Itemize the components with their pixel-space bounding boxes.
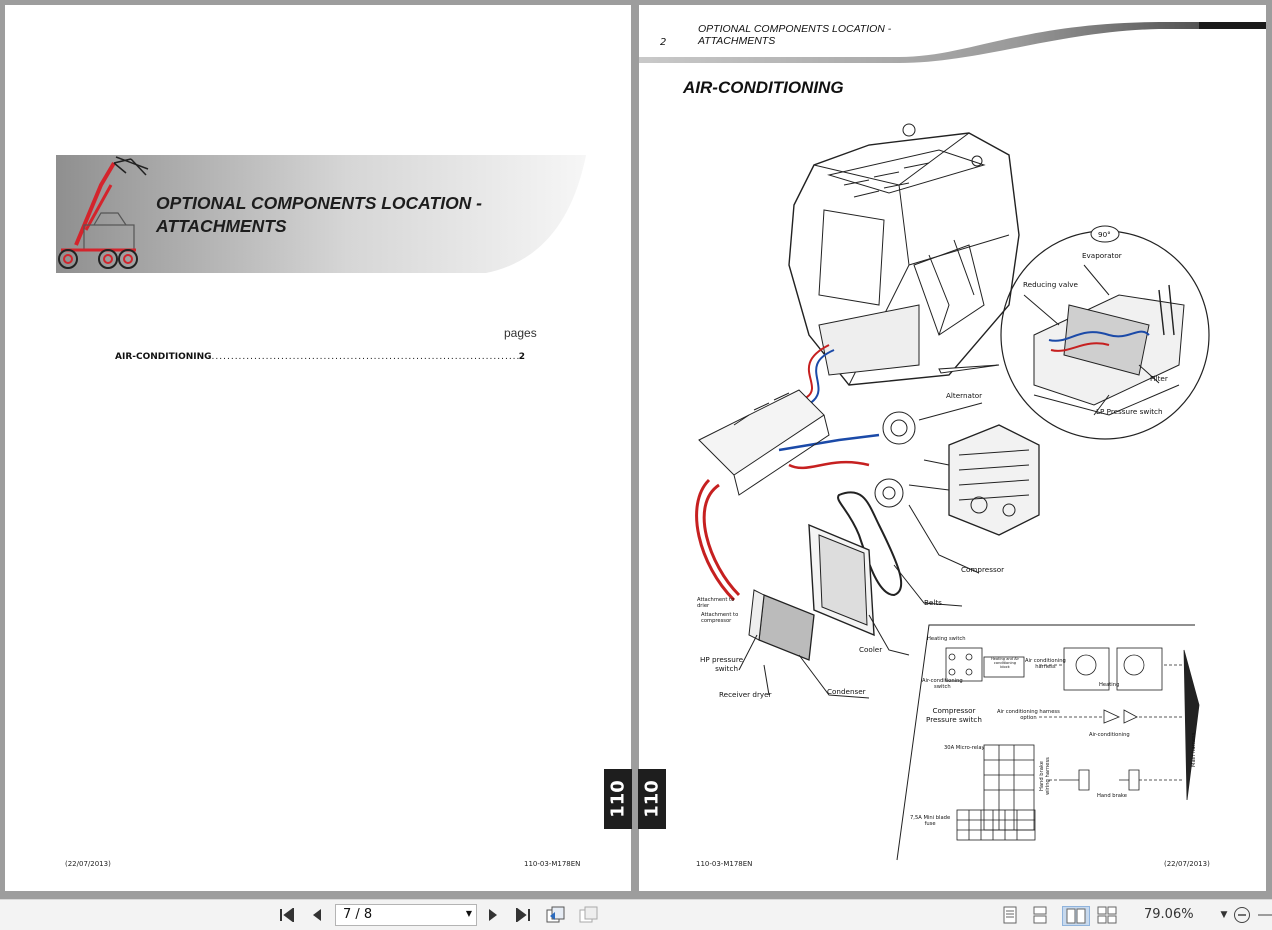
previous-view-button[interactable] <box>545 906 565 924</box>
chapter-title-line1: OPTIONAL COMPONENTS LOCATION - <box>156 193 483 213</box>
zoom-dropdown-icon[interactable]: ▼ <box>1214 906 1234 924</box>
pages-label: pages <box>504 326 537 340</box>
page-indicator: 7 / 8 <box>343 907 373 922</box>
viewer-toolbar: 7 / 8 ▼ 79.06% ▼ <box>0 899 1272 930</box>
ac-harness-option-label: Air conditioning harness option <box>997 709 1060 721</box>
attachment-drier-label: Attachment to drier <box>697 597 735 609</box>
ac-switch-label: Air-conditioning switch <box>922 678 963 690</box>
single-page-view-button[interactable] <box>1000 906 1020 924</box>
zoom-out-icon <box>1234 907 1250 923</box>
hand-brake-label: Hand brake <box>1097 793 1127 799</box>
next-page-button[interactable] <box>483 906 503 924</box>
next-view-button[interactable] <box>578 906 598 924</box>
first-page-icon <box>280 908 294 922</box>
cooler-label: Cooler <box>859 645 883 654</box>
main-harness-label: Main harness <box>1191 732 1197 767</box>
previous-page-icon <box>313 909 321 921</box>
page-right: 2 OPTIONAL COMPONENTS LOCATION - ATTACHM… <box>638 5 1266 891</box>
zoom-level[interactable]: 79.06% <box>1144 907 1194 922</box>
footer-code-right: 110-03-M178EN <box>696 860 753 868</box>
heating-switch-label: Heating switch <box>927 636 966 642</box>
evaporator-callout <box>938 230 1210 440</box>
page-number-select[interactable]: 7 / 8 ▼ <box>335 904 477 926</box>
toc-entry-title: AIR-CONDITIONING <box>115 352 212 362</box>
facing-view-button[interactable] <box>1062 906 1090 926</box>
footer-date-left: (22/07/2013) <box>65 860 111 868</box>
heater-box <box>698 389 830 496</box>
condenser-label: Condenser <box>827 687 866 696</box>
reducing-valve-label: Reducing valve <box>1023 280 1078 289</box>
continuous-facing-icon <box>1097 906 1117 924</box>
toc-entry[interactable]: AIR-CONDITIONING .......................… <box>115 352 525 362</box>
continuous-facing-view-button[interactable] <box>1097 906 1117 924</box>
air-conditioning-label: Air-conditioning <box>1089 732 1130 738</box>
section-tab-right: 110 <box>638 769 666 829</box>
mini-blade-fuse-label: 7,5A Mini blade fuse <box>910 815 951 827</box>
filter-label: Filter <box>1150 374 1168 383</box>
previous-view-icon <box>546 906 565 923</box>
chapter-title: OPTIONAL COMPONENTS LOCATION - ATTACHMEN… <box>156 192 482 238</box>
compressor-pressure-switch-label: Compressor Pressure switch <box>926 706 982 724</box>
footer-code-left: 110-03-M178EN <box>524 860 581 868</box>
first-page-button[interactable] <box>277 906 297 924</box>
zoom-slider-track <box>1258 914 1272 916</box>
cab-drawing <box>788 123 1020 386</box>
micro-relay-label: 30A Micro-relay <box>944 745 985 751</box>
single-page-icon <box>1003 906 1017 924</box>
next-page-icon <box>489 909 497 921</box>
ac-system-diagram <box>695 123 1210 861</box>
condenser-drawing <box>748 589 815 661</box>
next-view-icon <box>579 906 598 923</box>
heating-block-label: Heating and Air conditioning block <box>990 657 1020 669</box>
last-page-icon <box>516 908 530 922</box>
angle-label: 90° <box>1098 230 1111 239</box>
document-viewport[interactable]: OPTIONAL COMPONENTS LOCATION - ATTACHMEN… <box>0 0 1272 899</box>
hand-brake-wiring-label: Hand brake wiring harness <box>1039 757 1051 795</box>
footer-date-right: (22/07/2013) <box>1164 860 1210 868</box>
heating-label: Heating <box>1099 682 1120 688</box>
wiring-schematic <box>945 647 1200 841</box>
cooler-drawing <box>808 523 875 637</box>
engine-drawing <box>874 411 1040 536</box>
facing-pages-icon <box>1066 908 1086 924</box>
continuous-view-button[interactable] <box>1030 906 1050 924</box>
compressor-label: Compressor <box>961 565 1005 574</box>
hp-pressure-switch-label: HP pressure switch <box>700 655 744 673</box>
chapter-title-line2: ATTACHMENTS <box>156 216 287 236</box>
attachment-compressor-label: Attachment to compressor <box>701 612 739 624</box>
page-left: OPTIONAL COMPONENTS LOCATION - ATTACHMEN… <box>5 5 632 891</box>
last-page-button[interactable] <box>513 906 533 924</box>
alternator-label: Alternator <box>946 391 983 400</box>
ac-harness-label: Air conditioning harness <box>1025 658 1066 670</box>
zoom-out-button[interactable] <box>1232 906 1252 924</box>
toc-leader-dots: ........................................… <box>211 352 519 362</box>
zoom-slider[interactable] <box>1256 906 1272 924</box>
evaporator-label: Evaporator <box>1082 251 1122 260</box>
toc-entry-page: 2 <box>518 352 525 362</box>
belts-label: Belts <box>924 598 942 607</box>
lp-pressure-switch-label: LP Pressure switch <box>1096 407 1163 416</box>
dropdown-arrow-icon: ▼ <box>465 909 472 918</box>
continuous-page-icon <box>1033 906 1047 924</box>
previous-page-button[interactable] <box>307 906 327 924</box>
section-tab-left: 110 <box>604 769 632 829</box>
receiver-dryer-label: Receiver dryer <box>719 690 772 699</box>
